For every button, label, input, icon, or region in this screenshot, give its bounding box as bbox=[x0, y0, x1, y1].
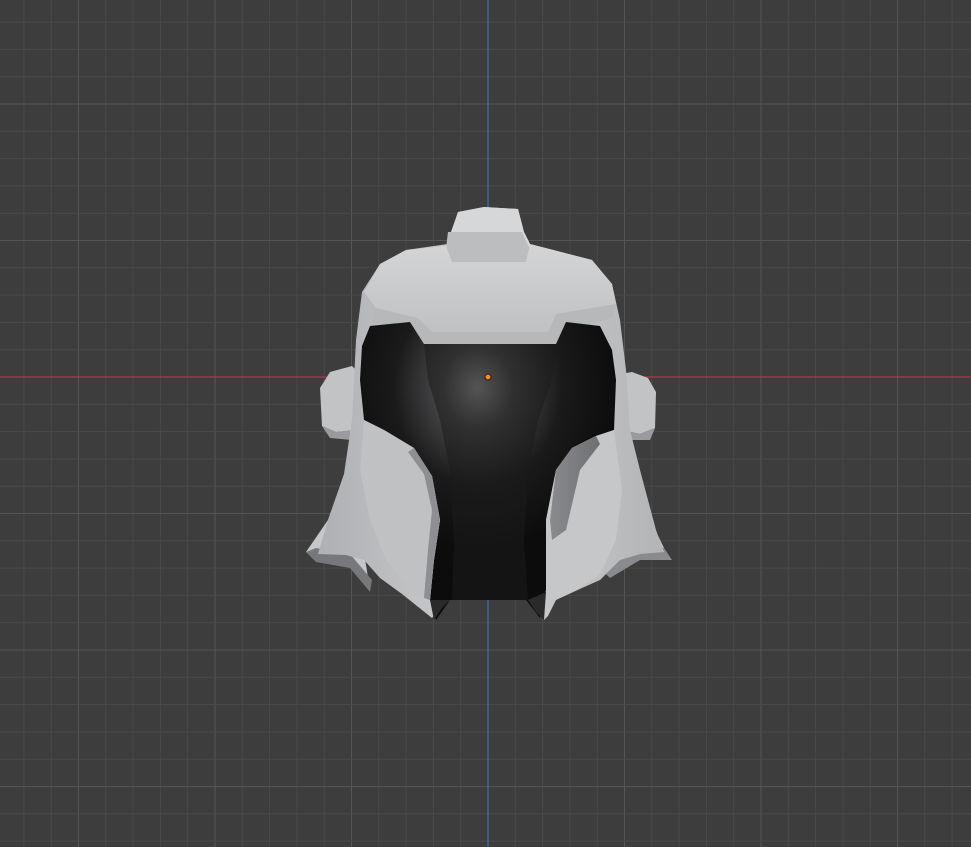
3d-viewport[interactable] bbox=[0, 0, 971, 847]
helmet-crest-front bbox=[446, 232, 530, 262]
viewport-canvas[interactable] bbox=[0, 0, 971, 847]
helmet-mesh[interactable] bbox=[306, 207, 672, 620]
object-origin-dot[interactable] bbox=[484, 373, 492, 381]
